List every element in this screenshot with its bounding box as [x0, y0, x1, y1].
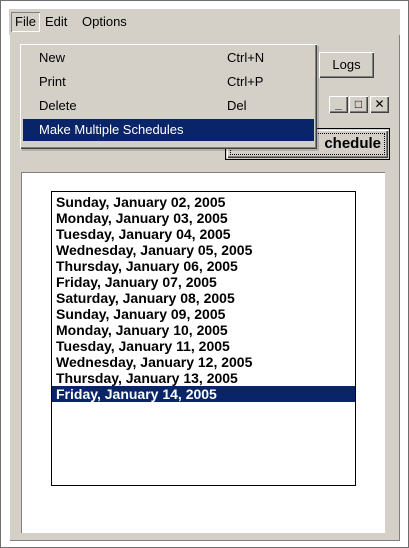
menu-item-make-multiple-schedules[interactable]: Make Multiple Schedules: [23, 119, 314, 141]
list-panel: Sunday, January 02, 2005 Monday, January …: [21, 172, 385, 533]
menu-item-delete[interactable]: Delete Del: [23, 95, 314, 117]
list-item[interactable]: Friday, January 07, 2005: [52, 274, 355, 290]
menu-bar: File Edit Options: [9, 9, 400, 35]
list-item[interactable]: Saturday, January 08, 2005: [52, 290, 355, 306]
list-item[interactable]: Wednesday, January 05, 2005: [52, 242, 355, 258]
list-item[interactable]: Sunday, January 09, 2005: [52, 306, 355, 322]
list-item[interactable]: Friday, January 14, 2005: [52, 386, 355, 402]
list-item[interactable]: Tuesday, January 04, 2005: [52, 226, 355, 242]
menu-options[interactable]: Options: [78, 12, 131, 32]
list-item[interactable]: Tuesday, January 11, 2005: [52, 338, 355, 354]
list-item[interactable]: Thursday, January 06, 2005: [52, 258, 355, 274]
list-item[interactable]: Sunday, January 02, 2005: [52, 194, 355, 210]
maximize-icon[interactable]: □: [349, 96, 368, 113]
menu-item-label: Print: [39, 74, 66, 89]
menu-file[interactable]: File: [11, 12, 40, 32]
date-list[interactable]: Sunday, January 02, 2005 Monday, January …: [51, 191, 356, 486]
list-item[interactable]: Monday, January 10, 2005: [52, 322, 355, 338]
list-item[interactable]: Monday, January 03, 2005: [52, 210, 355, 226]
menu-item-shortcut: Ctrl+N: [227, 50, 265, 65]
menu-item-shortcut: Del: [227, 98, 247, 113]
list-item[interactable]: Thursday, January 13, 2005: [52, 370, 355, 386]
list-item[interactable]: Wednesday, January 12, 2005: [52, 354, 355, 370]
close-icon[interactable]: ✕: [370, 96, 389, 113]
menu-item-shortcut: Ctrl+P: [227, 74, 264, 89]
menu-item-label: New: [39, 50, 66, 65]
screenshot-frame: File Edit Options Logs _ □ ✕ chedule Sun…: [0, 0, 409, 548]
menu-item-new[interactable]: New Ctrl+N: [23, 47, 314, 69]
minimize-icon[interactable]: _: [329, 96, 348, 113]
tab-logs[interactable]: Logs: [319, 52, 374, 78]
menu-item-label: Delete: [39, 98, 77, 113]
schedule-button-label: chedule: [324, 135, 381, 152]
menu-edit[interactable]: Edit: [41, 12, 71, 32]
app-window: File Edit Options Logs _ □ ✕ chedule Sun…: [9, 9, 400, 541]
menu-item-print[interactable]: Print Ctrl+P: [23, 71, 314, 93]
menu-item-label: Make Multiple Schedules: [39, 122, 184, 137]
file-menu-dropdown: New Ctrl+N Print Ctrl+P Delete Del Make Multip…: [20, 44, 317, 149]
